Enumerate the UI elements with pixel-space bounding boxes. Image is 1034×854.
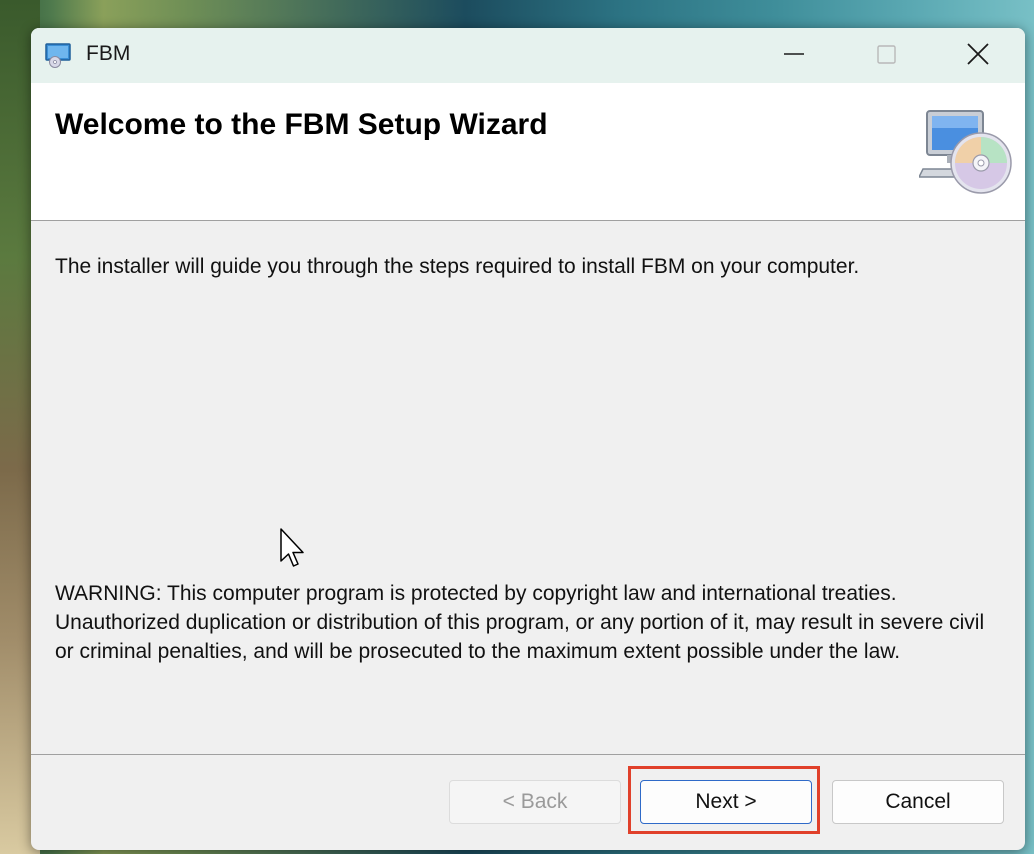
- page-title: Welcome to the FBM Setup Wizard: [55, 108, 548, 141]
- setup-wizard-window: FBM Welcome to the FBM Setup Wizard The …: [31, 28, 1025, 850]
- back-button[interactable]: < Back: [449, 780, 621, 824]
- close-button[interactable]: [932, 28, 1024, 83]
- maximize-button[interactable]: [840, 28, 932, 83]
- minimize-button[interactable]: [748, 28, 840, 83]
- installer-app-icon: [44, 42, 74, 68]
- intro-text: The installer will guide you through the…: [55, 255, 860, 278]
- next-button[interactable]: Next >: [640, 780, 812, 824]
- wizard-header: Welcome to the FBM Setup Wizard: [31, 83, 1025, 221]
- window-title: FBM: [86, 42, 131, 65]
- close-icon: [967, 43, 989, 65]
- copyright-warning: WARNING: This computer program is protec…: [55, 582, 985, 663]
- maximize-icon: [877, 45, 896, 64]
- cancel-button[interactable]: Cancel: [832, 780, 1004, 824]
- minimize-icon: [784, 53, 804, 55]
- title-bar[interactable]: FBM: [31, 28, 1025, 83]
- mouse-cursor-icon: [280, 528, 306, 568]
- footer-divider: [31, 754, 1025, 755]
- computer-cd-icon: [917, 107, 1015, 197]
